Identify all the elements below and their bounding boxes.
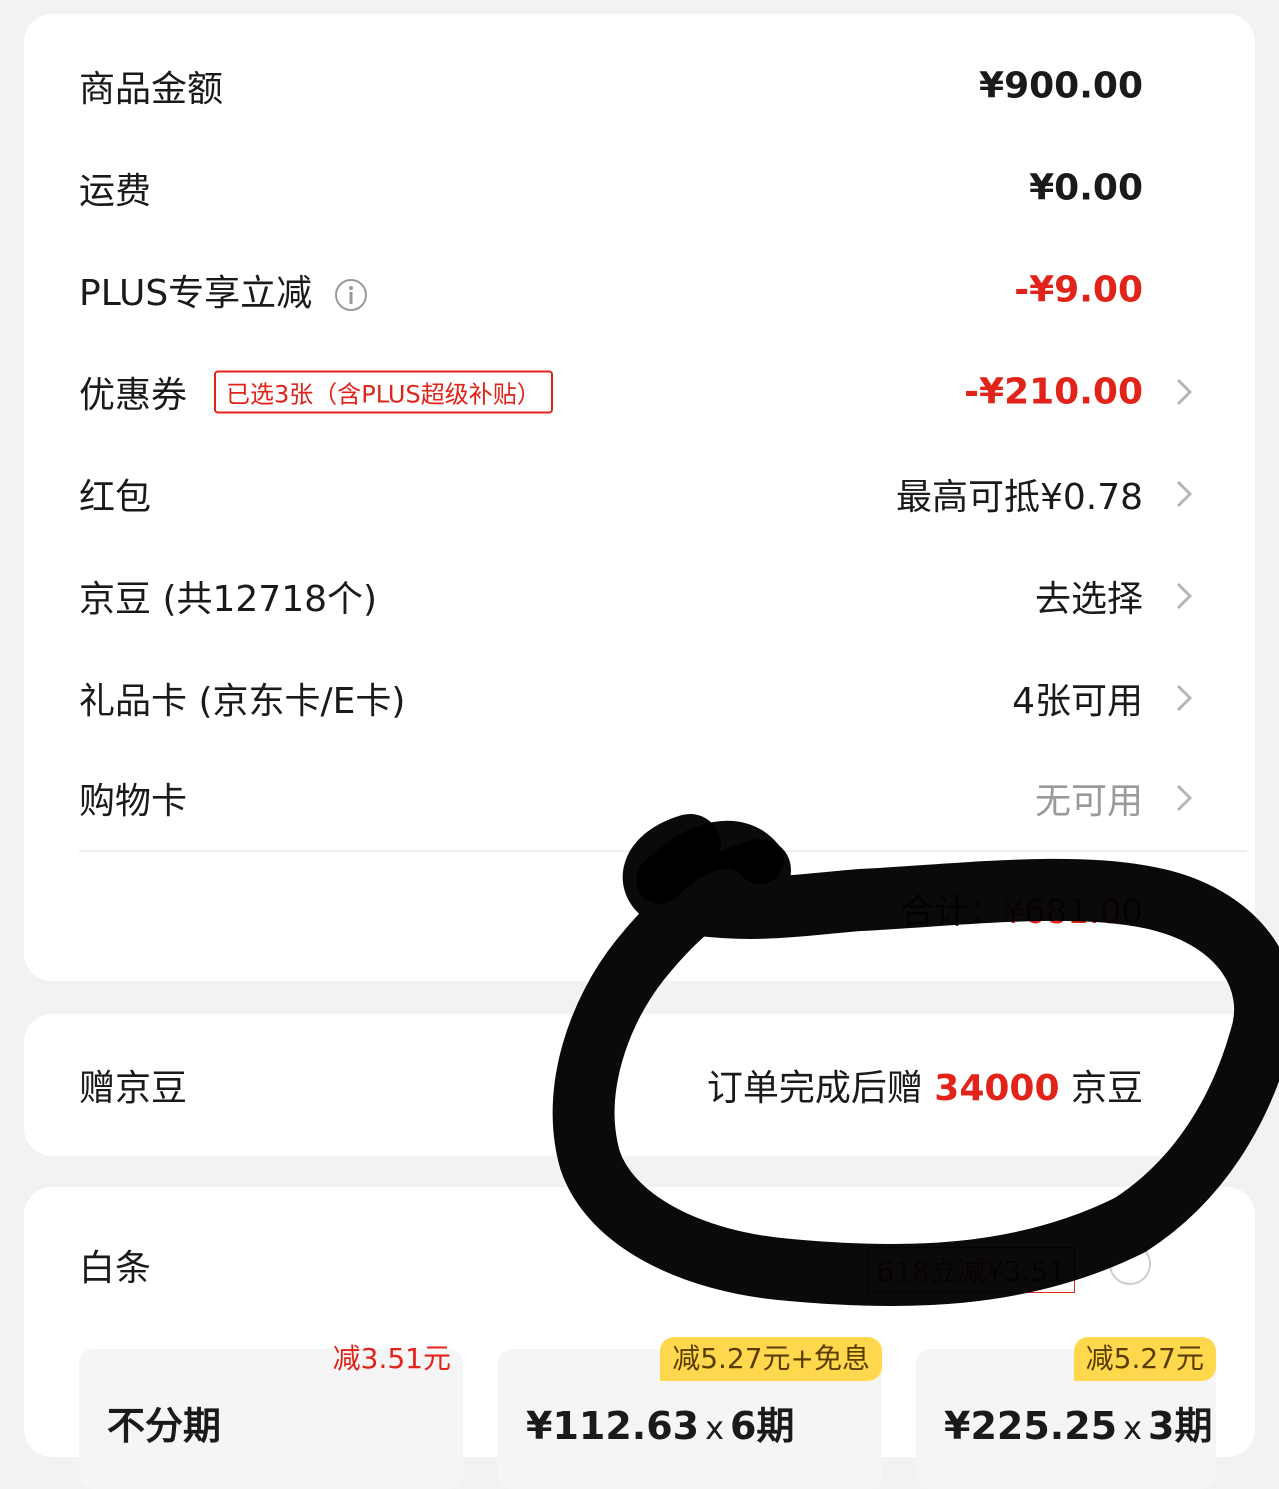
row-red-packet[interactable]: 红包 最高可抵¥0.78 xyxy=(24,444,1255,544)
coupon-label: 优惠券 xyxy=(79,375,188,416)
plan-times: x xyxy=(1123,1409,1143,1447)
plan-tag: 减5.27元+免息 xyxy=(660,1337,882,1381)
chevron-right-icon[interactable] xyxy=(1173,578,1195,614)
total-label: 合计： xyxy=(900,892,1003,932)
plan-text: ¥112.63 x 6期 xyxy=(526,1395,794,1450)
plan-price: ¥225.25 xyxy=(944,1404,1118,1448)
beans-gift-amount: 34000 xyxy=(934,1068,1060,1109)
chevron-right-icon[interactable] xyxy=(1173,780,1195,816)
row-coupon[interactable]: 优惠券 已选3张（含PLUS超级补贴） -¥210.00 xyxy=(24,342,1255,442)
goods-amount-label: 商品金额 xyxy=(79,69,224,110)
divider xyxy=(79,850,1247,852)
total-amount: ¥681.00 xyxy=(1002,892,1143,932)
info-circle-icon[interactable] xyxy=(334,278,368,312)
red-packet-value: 最高可抵¥0.78 xyxy=(895,477,1143,518)
red-packet-label: 红包 xyxy=(79,477,152,518)
plan-tag: 减3.51元 xyxy=(332,1342,451,1375)
coupon-value: -¥210.00 xyxy=(964,371,1143,413)
beans-gift-label: 赠京豆 xyxy=(79,1068,188,1109)
chevron-right-icon[interactable] xyxy=(1173,476,1195,512)
order-total: 合计：¥681.00 xyxy=(900,884,1143,933)
row-shopping-card[interactable]: 购物卡 无可用 xyxy=(24,748,1255,848)
plan-text: 不分期 xyxy=(107,1404,222,1448)
plan-option-no-installment[interactable]: 减3.51元 不分期 xyxy=(79,1342,463,1489)
gift-card-label: 礼品卡 (京东卡/E卡) xyxy=(79,681,406,722)
plan-period: 6期 xyxy=(730,1404,795,1448)
goods-amount-value: ¥900.00 xyxy=(979,65,1143,107)
row-goods-amount: 商品金额 ¥900.00 xyxy=(24,36,1255,136)
plus-discount-label: PLUS专享立减 xyxy=(79,273,313,314)
beans-gift-suffix: 京豆 xyxy=(1070,1068,1143,1109)
plan-option-6-installments[interactable]: 减5.27元+免息 ¥112.63 x 6期 xyxy=(498,1337,882,1489)
row-shipping: 运费 ¥0.00 xyxy=(24,138,1255,238)
plus-discount-label-wrap: PLUS专享立减 xyxy=(79,264,368,316)
chevron-right-icon[interactable] xyxy=(1173,374,1195,410)
order-summary-card: 商品金额 ¥900.00 运费 ¥0.00 PLUS专享立减 -¥9.00 优惠… xyxy=(24,14,1255,981)
shipping-value: ¥0.00 xyxy=(1029,167,1143,209)
jd-beans-label: 京豆 (共12718个) xyxy=(79,579,378,620)
plan-times: x xyxy=(705,1409,725,1447)
shipping-label: 运费 xyxy=(79,171,152,212)
beans-gift-card: 赠京豆 订单完成后赠 34000 京豆 xyxy=(24,1014,1255,1156)
coupon-badge: 已选3张（含PLUS超级补贴） xyxy=(214,370,553,414)
beans-gift-prefix: 订单完成后赠 xyxy=(706,1068,923,1109)
baitiao-card: 白条 618立减¥3.51 减3.51元 不分期 减5.27元+免息 ¥112.… xyxy=(24,1187,1255,1489)
baitiao-radio[interactable] xyxy=(1109,1243,1151,1285)
plan-tag: 减5.27元 xyxy=(1073,1337,1216,1381)
baitiao-promo-badge: 618立减¥3.51 xyxy=(867,1247,1075,1293)
plus-discount-value: -¥9.00 xyxy=(1014,269,1143,311)
plan-option-3-installments[interactable]: 减5.27元 ¥225.25 x 3期 xyxy=(916,1337,1216,1489)
baitiao-title: 白条 xyxy=(79,1248,152,1289)
plan-period: 3期 xyxy=(1148,1404,1213,1448)
row-gift-card[interactable]: 礼品卡 (京东卡/E卡) 4张可用 xyxy=(24,648,1255,748)
chevron-right-icon[interactable] xyxy=(1173,680,1195,716)
gift-card-value: 4张可用 xyxy=(1012,681,1143,722)
plan-text: ¥225.25 x 3期 xyxy=(944,1395,1212,1450)
row-jd-beans[interactable]: 京豆 (共12718个) 去选择 xyxy=(24,546,1255,646)
beans-gift-value: 订单完成后赠 34000 京豆 xyxy=(707,1059,1143,1111)
jd-beans-value: 去选择 xyxy=(1034,579,1143,620)
shopping-card-value: 无可用 xyxy=(1034,781,1143,822)
shopping-card-label: 购物卡 xyxy=(79,781,188,822)
row-plus-discount: PLUS专享立减 -¥9.00 xyxy=(24,240,1255,340)
plan-price: ¥112.63 xyxy=(526,1404,700,1448)
